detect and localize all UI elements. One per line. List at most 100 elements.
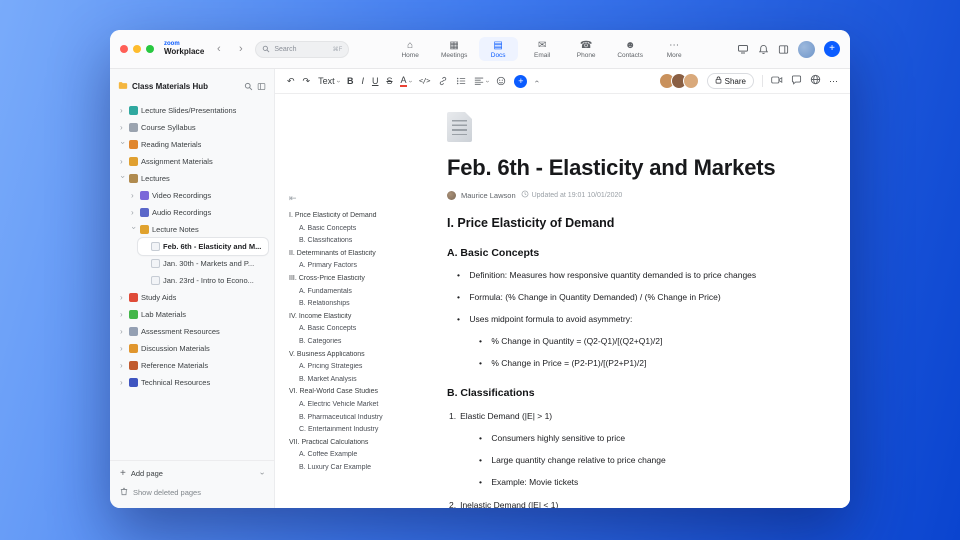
doc-block[interactable]: 1. Elastic Demand (|E| > 1): [447, 411, 847, 421]
doc-block[interactable]: B. Classifications: [447, 388, 847, 399]
panel-layout-icon[interactable]: [778, 44, 789, 55]
new-button[interactable]: +: [824, 41, 840, 57]
text-style-dropdown[interactable]: Text ›: [318, 73, 341, 89]
code-button[interactable]: </>: [419, 73, 431, 89]
globe-icon[interactable]: [810, 72, 821, 90]
tree-item[interactable]: › Jan. 23rd - Intro to Econo...: [138, 272, 268, 289]
user-avatar[interactable]: [798, 40, 815, 58]
traffic-light-button[interactable]: [120, 45, 128, 53]
chevron-right-icon[interactable]: ›: [120, 157, 126, 166]
outline-item[interactable]: B. Categories: [289, 338, 439, 345]
chevron-right-icon[interactable]: ›: [120, 123, 126, 132]
add-page-button[interactable]: + Add page ›: [120, 468, 267, 479]
nav-tab[interactable]: ▤ Docs: [478, 37, 518, 61]
outline-item[interactable]: VI. Real-World Case Studies: [289, 388, 439, 395]
chevron-right-icon[interactable]: ›: [120, 344, 126, 353]
doc-block[interactable]: % Change in Quantity = (Q2-Q1)/[(Q2+Q1)/…: [447, 336, 847, 346]
font-color-button[interactable]: A ›: [400, 73, 413, 89]
doc-block[interactable]: I. Price Elasticity of Demand: [447, 217, 847, 230]
tree-item[interactable]: › Discussion Materials: [116, 340, 268, 357]
chevron-right-icon[interactable]: ›: [120, 293, 126, 302]
tree-item[interactable]: › Lectures: [116, 170, 268, 187]
screen-share-icon[interactable]: [737, 43, 749, 55]
outline-item[interactable]: III. Cross-Price Elasticity: [289, 275, 439, 282]
doc-block[interactable]: Consumers highly sensitive to price: [447, 433, 847, 443]
doc-block[interactable]: A. Basic Concepts: [447, 248, 847, 259]
chevron-down-icon[interactable]: ›: [258, 472, 267, 475]
tree-item[interactable]: › Technical Resources: [116, 374, 268, 391]
tree-item[interactable]: › Video Recordings: [127, 187, 268, 204]
outline-item[interactable]: B. Relationships: [289, 300, 439, 307]
insert-plus-button[interactable]: +: [514, 74, 528, 88]
nav-tab[interactable]: ☻ Contacts: [611, 37, 650, 61]
tree-item[interactable]: › Course Syllabus: [116, 119, 268, 136]
chevron-right-icon[interactable]: ›: [120, 378, 126, 387]
tree-item[interactable]: › Study Aids: [116, 289, 268, 306]
collapse-toolbar-icon[interactable]: ›: [532, 80, 541, 83]
outline-item[interactable]: V. Business Applications: [289, 351, 439, 358]
chevron-right-icon[interactable]: ›: [131, 208, 137, 217]
undo-button[interactable]: ↶: [287, 73, 295, 89]
traffic-light-button[interactable]: [133, 45, 141, 53]
tree-item[interactable]: › Assessment Resources: [116, 323, 268, 340]
chevron-right-icon[interactable]: ›: [130, 227, 139, 233]
link-button[interactable]: [438, 73, 448, 89]
tree-item[interactable]: › Reference Materials: [116, 357, 268, 374]
tree-item[interactable]: › Lab Materials: [116, 306, 268, 323]
italic-button[interactable]: I: [361, 73, 364, 89]
align-button[interactable]: ›: [474, 73, 491, 89]
back-button[interactable]: ‹: [211, 42, 226, 57]
outline-item[interactable]: B. Luxury Car Example: [289, 464, 439, 471]
nav-tab[interactable]: ☎ Phone: [567, 37, 606, 61]
outline-item[interactable]: A. Basic Concepts: [289, 225, 439, 232]
outline-item[interactable]: A. Coffee Example: [289, 451, 439, 458]
outline-item[interactable]: A. Primary Factors: [289, 262, 439, 269]
emoji-button[interactable]: [496, 73, 506, 89]
doc-block[interactable]: Uses midpoint formula to avoid asymmetry…: [447, 314, 847, 324]
redo-button[interactable]: ↷: [303, 73, 311, 89]
search-input[interactable]: Search ⌘F: [255, 40, 350, 58]
collapse-sidebar-icon[interactable]: [257, 82, 266, 91]
outline-item[interactable]: B. Market Analysis: [289, 376, 439, 383]
doc-block[interactable]: % Change in Price = (P2-P1)/[(P2+P1)/2]: [447, 358, 847, 368]
show-deleted-button[interactable]: Show deleted pages: [120, 487, 264, 498]
chevron-right-icon[interactable]: ›: [120, 106, 126, 115]
outline-item[interactable]: A. Fundamentals: [289, 288, 439, 295]
doc-block[interactable]: Definition: Measures how responsive quan…: [447, 270, 847, 280]
outline-item[interactable]: II. Determinants of Elasticity: [289, 250, 439, 257]
tree-item[interactable]: › Feb. 6th - Elasticity and M...: [138, 238, 268, 255]
chevron-right-icon[interactable]: ›: [120, 327, 126, 336]
more-button[interactable]: ⋯: [829, 73, 838, 89]
comment-icon[interactable]: [791, 72, 802, 90]
outline-item[interactable]: B. Classifications: [289, 237, 439, 244]
strikethrough-button[interactable]: S: [386, 73, 392, 89]
outline-item[interactable]: B. Pharmaceutical Industry: [289, 414, 439, 421]
outline-item[interactable]: C. Entertainment Industry: [289, 426, 439, 433]
outline-item[interactable]: A. Electric Vehicle Market: [289, 401, 439, 408]
tree-item[interactable]: › Lecture Notes: [127, 221, 268, 238]
video-icon[interactable]: [771, 72, 783, 90]
outline-item[interactable]: A. Basic Concepts: [289, 325, 439, 332]
outline-item[interactable]: A. Pricing Strategies: [289, 363, 439, 370]
underline-button[interactable]: U: [372, 73, 379, 89]
collaborator-avatar[interactable]: [682, 73, 699, 89]
chevron-right-icon[interactable]: ›: [120, 310, 126, 319]
tree-item[interactable]: › Audio Recordings: [127, 204, 268, 221]
chevron-right-icon[interactable]: ›: [119, 176, 128, 182]
traffic-light-button[interactable]: [146, 45, 154, 53]
bold-button[interactable]: B: [347, 73, 354, 89]
bell-icon[interactable]: [758, 44, 769, 55]
nav-tab[interactable]: ✉ Email: [523, 37, 562, 61]
outline-item[interactable]: IV. Income Elasticity: [289, 313, 439, 320]
chevron-right-icon[interactable]: ›: [119, 142, 128, 148]
document-title[interactable]: Feb. 6th - Elasticity and Markets: [447, 155, 847, 181]
nav-tab[interactable]: ▦ Meetings: [435, 37, 474, 61]
chevron-right-icon[interactable]: ›: [131, 191, 137, 200]
tree-item[interactable]: › Assignment Materials: [116, 153, 268, 170]
doc-block[interactable]: Example: Movie tickets: [447, 477, 847, 487]
tree-item[interactable]: › Jan. 30th - Markets and P...: [138, 255, 268, 272]
outline-item[interactable]: I. Price Elasticity of Demand: [289, 212, 439, 219]
forward-button[interactable]: ›: [233, 42, 248, 57]
collapse-outline-icon[interactable]: ⇤: [289, 194, 439, 203]
tree-item[interactable]: › Lecture Slides/Presentations: [116, 102, 268, 119]
